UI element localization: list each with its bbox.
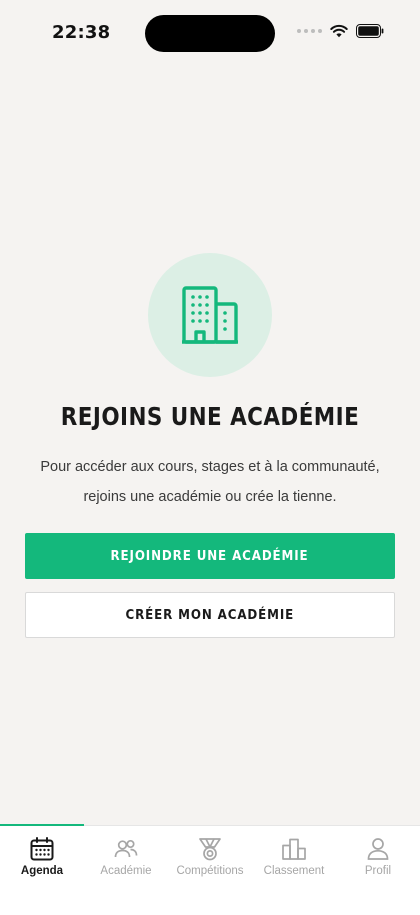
tab-label: Académie [100,865,152,877]
dynamic-island [145,15,275,52]
tab-competitions[interactable]: Compétitions [168,826,252,915]
building-icon [182,286,238,344]
tab-label: Classement [263,865,325,877]
tab-classement[interactable]: Classement [252,826,336,915]
create-academy-button-label: CRÉER MON ACADÉMIE [125,607,295,623]
tab-label: Profil [364,865,392,877]
status-bar: 22:38 [0,0,420,62]
active-tab-indicator [0,824,84,826]
subtitle-line: rejoins une académie ou crée la tienne. [83,489,337,505]
create-academy-button[interactable]: CRÉER MON ACADÉMIE [25,592,395,638]
tab-label: Compétitions [176,865,244,877]
podium-icon [282,838,306,860]
calendar-icon [30,837,54,861]
join-academy-button[interactable]: REJOINDRE UNE ACADÉMIE [25,533,395,579]
tab-profil[interactable]: Profil [336,826,420,915]
user-icon [367,838,389,860]
subtitle-line: Pour accéder aux cours, stages et à la c… [40,459,380,475]
wifi-icon [330,24,348,38]
tab-label: Agenda [20,865,64,877]
medal-icon [199,838,221,861]
status-time: 22:38 [52,22,111,43]
users-icon [114,839,138,858]
tab-academie[interactable]: Académie [84,826,168,915]
status-icons [297,24,384,38]
join-academy-button-label: REJOINDRE UNE ACADÉMIE [110,548,310,564]
hero-illustration [148,253,272,377]
battery-icon [356,24,384,38]
tab-agenda[interactable]: Agenda [0,826,84,915]
cellular-signal-icon [297,29,322,33]
page-title: REJOINS UNE ACADÉMIE [60,402,360,431]
tab-bar: Agenda Académie Compétitions Classement … [0,824,420,915]
page-subtitle: Pour accéder aux cours, stages et à la c… [20,452,400,512]
